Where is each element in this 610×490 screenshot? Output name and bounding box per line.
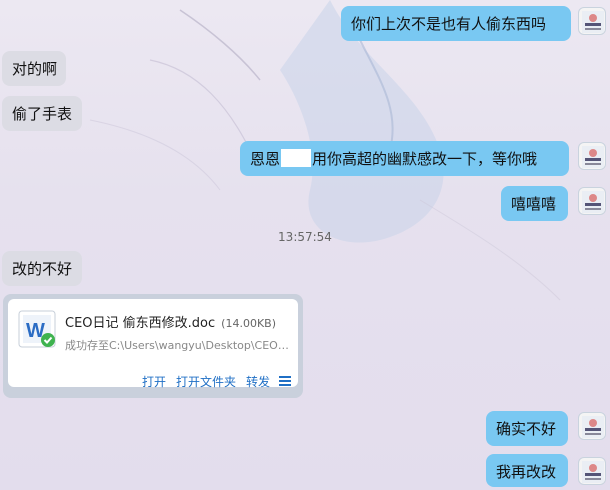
file-size: (14.00KB) xyxy=(221,317,276,330)
file-message-card[interactable]: W CEO日记 偷东西修改.doc (14.00KB) 成功存至C:\Users\… xyxy=(3,294,303,398)
open-file-link[interactable]: 打开 xyxy=(142,373,166,390)
message-bubble-incoming[interactable]: 偷了手表 xyxy=(2,96,82,131)
avatar-image-icon xyxy=(582,191,604,213)
message-bubble-incoming[interactable]: 改的不好 xyxy=(2,251,82,286)
message-text: 嘻嘻嘻 xyxy=(511,195,557,213)
message-bubble-outgoing[interactable]: 恩恩 用你高超的幽默感改一下，等你哦 xyxy=(240,141,569,176)
file-name: CEO日记 偷东西修改.doc xyxy=(65,316,216,331)
message-text: 改的不好 xyxy=(12,260,73,278)
file-card-body: W CEO日记 偷东西修改.doc (14.00KB) 成功存至C:\Users\… xyxy=(8,299,298,389)
avatar[interactable] xyxy=(578,142,606,170)
message-bubble-incoming[interactable]: 对的啊 xyxy=(2,51,66,86)
forward-link[interactable]: 转发 xyxy=(246,373,270,390)
message-text: 你们上次不是也有人偷东西吗 xyxy=(351,15,547,33)
message-bubble-outgoing[interactable]: 你们上次不是也有人偷东西吗 xyxy=(341,6,571,41)
message-bubble-outgoing[interactable]: 嘻嘻嘻 xyxy=(501,186,568,221)
message-text-before-redaction: 恩恩 xyxy=(250,150,281,168)
open-folder-link[interactable]: 打开文件夹 xyxy=(176,373,236,390)
file-name-line: CEO日记 偷东西修改.doc (14.00KB) xyxy=(65,312,276,331)
avatar[interactable] xyxy=(578,412,606,440)
message-bubble-outgoing[interactable]: 确实不好 xyxy=(486,411,568,446)
avatar[interactable] xyxy=(578,187,606,215)
avatar[interactable] xyxy=(578,457,606,485)
word-doc-icon: W xyxy=(18,310,56,348)
more-menu-icon[interactable] xyxy=(279,376,291,386)
message-bubble-outgoing[interactable]: 我再改改 xyxy=(486,454,568,487)
redacted-name xyxy=(281,149,312,167)
message-text: 偷了手表 xyxy=(12,105,73,123)
avatar-image-icon xyxy=(582,11,604,33)
message-text-after-redaction: 用你高超的幽默感改一下，等你哦 xyxy=(312,150,538,168)
avatar-image-icon xyxy=(582,416,604,438)
file-save-status: 成功存至C:\Users\wangyu\Desktop\CEO日... xyxy=(65,339,293,352)
avatar[interactable] xyxy=(578,7,606,35)
avatar-image-icon xyxy=(582,146,604,168)
file-actions: 打开 打开文件夹 转发 xyxy=(8,373,298,391)
message-text: 对的啊 xyxy=(12,60,58,78)
message-text: 我再改改 xyxy=(496,463,557,481)
message-text: 确实不好 xyxy=(496,420,557,438)
avatar-image-icon xyxy=(582,461,604,483)
message-timestamp: 13:57:54 xyxy=(278,230,332,244)
